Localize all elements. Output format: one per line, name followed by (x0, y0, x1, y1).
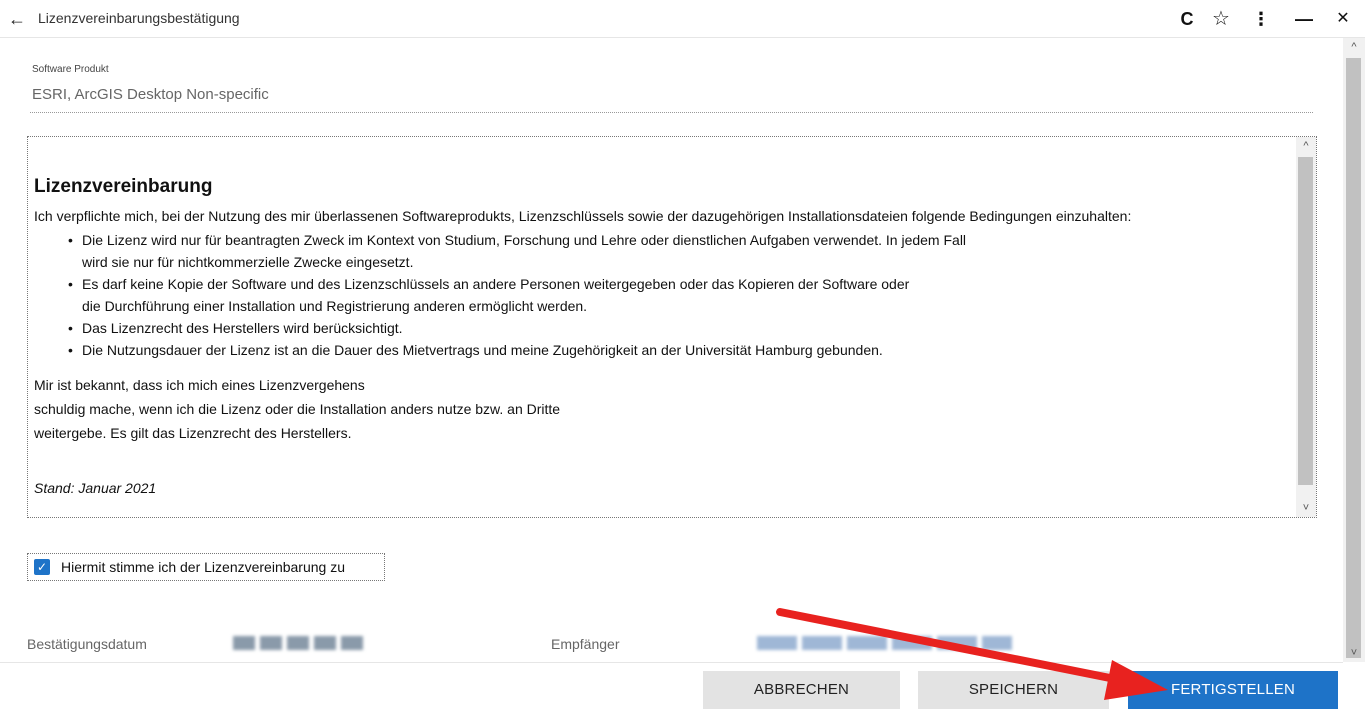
cancel-button[interactable]: ABBRECHEN (703, 671, 900, 709)
more-menu-icon[interactable]: ⋮ (1250, 8, 1272, 30)
product-field-underline (30, 112, 1313, 113)
license-intro: Ich verpflichte mich, bei der Nutzung de… (34, 208, 1132, 224)
scroll-up-icon[interactable]: ^ (1343, 38, 1365, 56)
product-field-value: ESRI, ArcGIS Desktop Non-specific (32, 86, 269, 103)
list-item: Es darf keine Kopie der Software und des… (68, 273, 1292, 317)
star-icon[interactable]: ☆ (1210, 8, 1232, 30)
scrollbar-thumb[interactable] (1346, 58, 1361, 658)
title-bar: ← Lizenzvereinbarungsbestätigung C ☆ ⋮ —… (0, 0, 1365, 38)
license-notice-line: Mir ist bekannt, dass ich mich eines Liz… (34, 377, 365, 393)
license-scrollbar[interactable]: ^ ˅ (1296, 137, 1316, 517)
list-item: Das Lizenzrecht des Herstellers wird ber… (68, 317, 1292, 339)
reload-icon[interactable]: C (1176, 8, 1198, 30)
footer-divider (0, 662, 1343, 663)
agree-checkbox-label[interactable]: Hiermit stimme ich der Lizenzvereinbarun… (61, 559, 345, 575)
save-button[interactable]: SPEICHERN (918, 671, 1109, 709)
product-field-label: Software Produkt (32, 64, 109, 75)
confirmation-date-value-redacted (233, 636, 368, 650)
page-scrollbar[interactable]: ^ ˅ (1343, 38, 1365, 662)
license-conditions-list: Die Lizenz wird nur für beantragten Zwec… (68, 229, 1292, 361)
license-date-stamp: Stand: Januar 2021 (34, 480, 157, 496)
scroll-up-icon[interactable]: ^ (1296, 137, 1316, 155)
finish-button[interactable]: FERTIGSTELLEN (1128, 671, 1338, 709)
window-title: Lizenzvereinbarungsbestätigung (38, 10, 240, 26)
list-item-line: die Durchführung einer Installation und … (82, 298, 588, 314)
list-item-line: Die Nutzungsdauer der Lizenz ist an die … (82, 342, 883, 358)
agree-checkbox[interactable]: ✓ (34, 559, 50, 575)
scrollbar-thumb[interactable] (1298, 157, 1313, 485)
license-notice-line: weitergebe. Es gilt das Lizenzrecht des … (34, 425, 352, 441)
list-item-line: Die Lizenz wird nur für beantragten Zwec… (82, 232, 967, 248)
close-icon[interactable]: ✕ (1332, 8, 1354, 30)
list-item: Die Lizenz wird nur für beantragten Zwec… (68, 229, 1292, 273)
license-text-box[interactable]: Lizenzvereinbarung Ich verpflichte mich,… (27, 136, 1317, 518)
list-item: Die Nutzungsdauer der Lizenz ist an die … (68, 339, 1292, 361)
recipient-label: Empfänger (551, 636, 620, 652)
list-item-line: wird sie nur für nichtkommerzielle Zweck… (82, 254, 414, 270)
list-item-line: Es darf keine Kopie der Software und des… (82, 276, 910, 292)
license-notice: Mir ist bekannt, dass ich mich eines Liz… (34, 373, 1292, 445)
scroll-down-icon[interactable]: ˅ (1343, 644, 1365, 662)
minimize-icon[interactable]: — (1293, 8, 1315, 30)
license-content: Lizenzvereinbarung Ich verpflichte mich,… (34, 175, 1292, 499)
confirmation-date-label: Bestätigungsdatum (27, 636, 147, 652)
license-notice-line: schuldig mache, wenn ich die Lizenz oder… (34, 401, 561, 417)
license-heading: Lizenzvereinbarung (34, 176, 213, 197)
back-arrow-icon[interactable]: ← (6, 8, 28, 30)
scroll-down-icon[interactable]: ˅ (1296, 499, 1316, 517)
recipient-value-redacted (757, 636, 1012, 650)
list-item-line: Das Lizenzrecht des Herstellers wird ber… (82, 320, 403, 336)
agree-checkbox-row[interactable]: ✓ Hiermit stimme ich der Lizenzvereinbar… (27, 553, 385, 581)
